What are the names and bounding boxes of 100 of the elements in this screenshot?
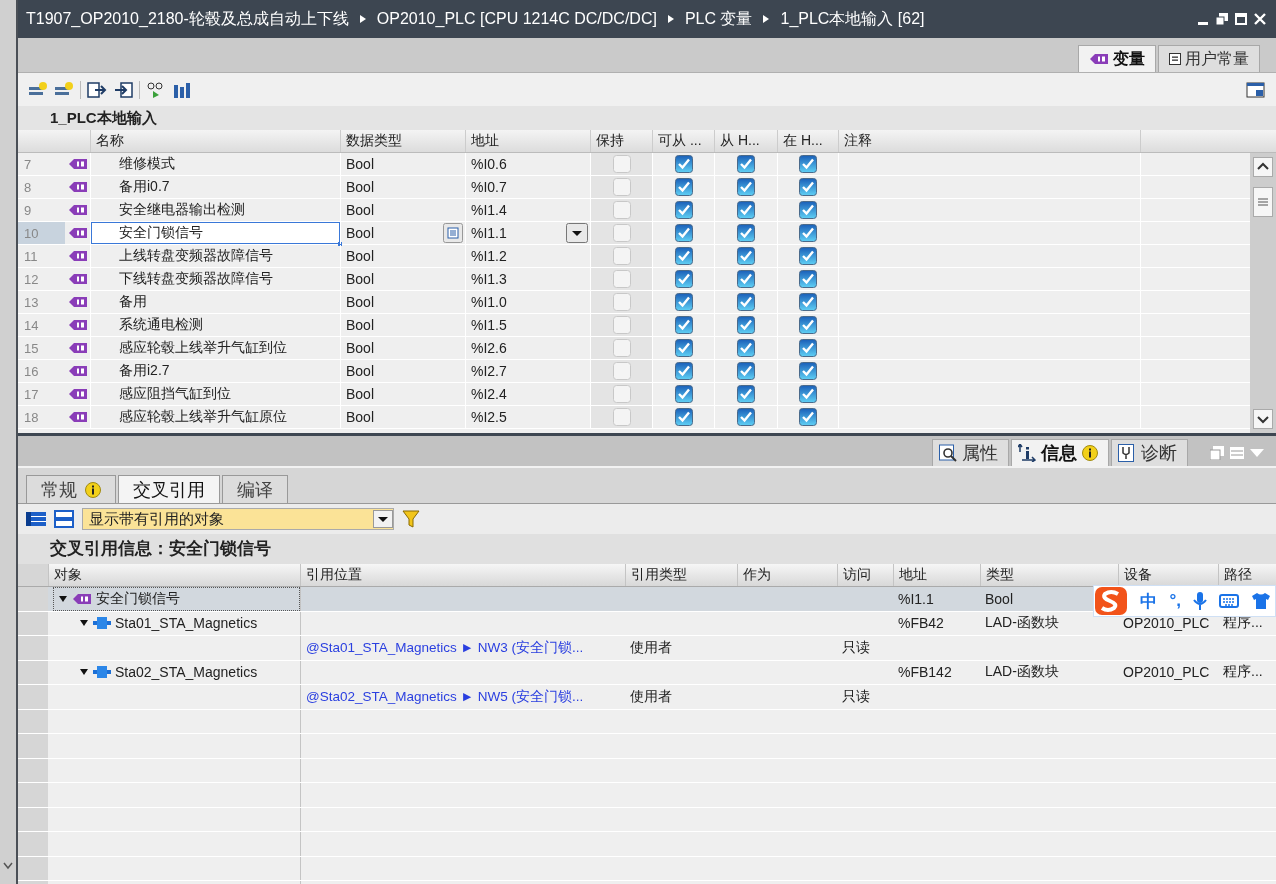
- checkbox[interactable]: [737, 178, 755, 196]
- checkbox[interactable]: [799, 201, 817, 219]
- checkbox[interactable]: [612, 385, 631, 403]
- ime-button[interactable]: °,: [1169, 591, 1181, 611]
- checkbox[interactable]: [737, 201, 755, 219]
- checkbox[interactable]: [737, 270, 755, 288]
- editor-tab[interactable]: 用户常量: [1158, 45, 1260, 72]
- expand-all-icon[interactable]: [26, 510, 46, 528]
- reference-link[interactable]: @Sta02_STA_Magnetics ► NW5 (安全门锁...: [306, 687, 584, 706]
- column-header[interactable]: 从 H...: [714, 130, 777, 152]
- list-button-icon[interactable]: [443, 223, 463, 243]
- tree-item[interactable]: 安全门锁信号: [53, 587, 300, 611]
- restore-icon[interactable]: [1216, 13, 1228, 25]
- checkbox[interactable]: [674, 316, 693, 334]
- column-header[interactable]: 保持: [590, 130, 652, 152]
- column-header[interactable]: 地址: [893, 564, 980, 586]
- table-row[interactable]: @Sta01_STA_Magnetics ► NW3 (安全门锁... 使用者 只读: [18, 636, 1276, 661]
- checkbox[interactable]: [674, 201, 693, 219]
- keyboard-icon[interactable]: [1219, 593, 1239, 609]
- import-icon[interactable]: [113, 80, 133, 99]
- sub-tab[interactable]: 交叉引用: [118, 475, 220, 503]
- scroll-thumb-icon[interactable]: [1253, 187, 1273, 217]
- microphone-icon[interactable]: [1193, 591, 1207, 611]
- checkbox[interactable]: [674, 339, 693, 357]
- reference-link[interactable]: @Sta01_STA_Magnetics ► NW3 (安全门锁...: [306, 638, 584, 657]
- column-header[interactable]: 访问: [837, 564, 893, 586]
- checkbox[interactable]: [799, 385, 817, 403]
- columns-icon[interactable]: [172, 80, 192, 99]
- checkbox[interactable]: [799, 408, 817, 426]
- checkbox[interactable]: [674, 224, 693, 242]
- checkbox[interactable]: [799, 224, 817, 242]
- checkbox[interactable]: [674, 408, 693, 426]
- vertical-scrollbar[interactable]: [1250, 153, 1276, 433]
- checkbox[interactable]: [674, 155, 693, 173]
- maximize-icon[interactable]: [1235, 13, 1247, 25]
- checkbox[interactable]: [799, 316, 817, 334]
- column-header[interactable]: 注释: [838, 130, 1140, 152]
- inspector-tab[interactable]: 属性: [932, 439, 1009, 466]
- checkbox[interactable]: [612, 270, 631, 288]
- checkbox[interactable]: [674, 270, 693, 288]
- checkbox[interactable]: [799, 178, 817, 196]
- sub-tab[interactable]: 常规: [26, 475, 116, 503]
- sub-tab[interactable]: 编译: [222, 475, 288, 503]
- expanded-caret-icon[interactable]: [58, 593, 68, 604]
- checkbox[interactable]: [612, 339, 631, 357]
- checkbox[interactable]: [799, 362, 817, 380]
- checkbox[interactable]: [737, 339, 755, 357]
- checkbox[interactable]: [799, 155, 817, 173]
- checkbox[interactable]: [612, 178, 631, 196]
- checkbox[interactable]: [674, 178, 693, 196]
- checkbox[interactable]: [674, 385, 693, 403]
- column-header[interactable]: 可从 ...: [652, 130, 714, 152]
- checkbox[interactable]: [737, 155, 755, 173]
- inspector-tab[interactable]: 诊断: [1111, 439, 1188, 466]
- checkbox[interactable]: [612, 408, 631, 426]
- filter-dropdown[interactable]: 显示带有引用的对象: [82, 508, 394, 530]
- column-header[interactable]: 地址: [465, 130, 590, 152]
- checkbox[interactable]: [612, 201, 631, 219]
- scroll-up-icon[interactable]: [1253, 157, 1273, 177]
- tree-item[interactable]: Sta02_STA_Magnetics: [53, 660, 300, 684]
- inspector-tab[interactable]: 信息: [1011, 439, 1109, 466]
- checkbox[interactable]: [799, 339, 817, 357]
- checkbox[interactable]: [612, 155, 631, 173]
- monitor-icon[interactable]: [146, 80, 166, 99]
- tree-item[interactable]: Sta01_STA_Magnetics: [53, 611, 300, 635]
- checkbox[interactable]: [674, 293, 693, 311]
- input-method-logo-icon[interactable]: [1094, 586, 1129, 616]
- checkbox[interactable]: [612, 224, 631, 242]
- name-input[interactable]: 安全门锁信号: [91, 222, 340, 244]
- column-header[interactable]: 名称: [90, 130, 340, 152]
- column-header[interactable]: 在 H...: [777, 130, 838, 152]
- scroll-down-icon[interactable]: [3, 862, 13, 870]
- checkbox[interactable]: [612, 247, 631, 265]
- close-icon[interactable]: [1254, 13, 1266, 25]
- column-header[interactable]: 数据类型: [340, 130, 465, 152]
- column-header[interactable]: 对象: [48, 564, 300, 586]
- checkbox[interactable]: [737, 385, 755, 403]
- shirt-icon[interactable]: [1251, 592, 1271, 610]
- breadcrumb-item[interactable]: 1_PLC本地输入 [62]: [780, 8, 925, 30]
- checkbox[interactable]: [799, 293, 817, 311]
- column-header[interactable]: 引用类型: [625, 564, 737, 586]
- column-header[interactable]: 作为: [737, 564, 837, 586]
- checkbox[interactable]: [737, 316, 755, 334]
- checkbox[interactable]: [737, 408, 755, 426]
- checkbox[interactable]: [737, 362, 755, 380]
- breadcrumb-item[interactable]: PLC 变量: [684, 8, 753, 30]
- editor-tab[interactable]: 变量: [1078, 45, 1156, 72]
- checkbox[interactable]: [612, 293, 631, 311]
- checkbox[interactable]: [799, 247, 817, 265]
- checkbox[interactable]: [737, 247, 755, 265]
- column-header[interactable]: 引用位置: [300, 564, 625, 586]
- ime-button[interactable]: 中: [1140, 589, 1158, 613]
- breadcrumb-item[interactable]: OP2010_PLC [CPU 1214C DC/DC/DC]: [376, 10, 657, 28]
- breadcrumb-item[interactable]: T1907_OP2010_2180-轮毂及总成自动上下线: [26, 8, 349, 30]
- checkbox[interactable]: [799, 270, 817, 288]
- table-row[interactable]: @Sta02_STA_Magnetics ► NW5 (安全门锁... 使用者 只读: [18, 685, 1276, 710]
- scroll-down-icon[interactable]: [1253, 409, 1273, 429]
- panel-icon[interactable]: [1246, 80, 1266, 99]
- checkbox[interactable]: [737, 224, 755, 242]
- export-icon[interactable]: [87, 80, 107, 99]
